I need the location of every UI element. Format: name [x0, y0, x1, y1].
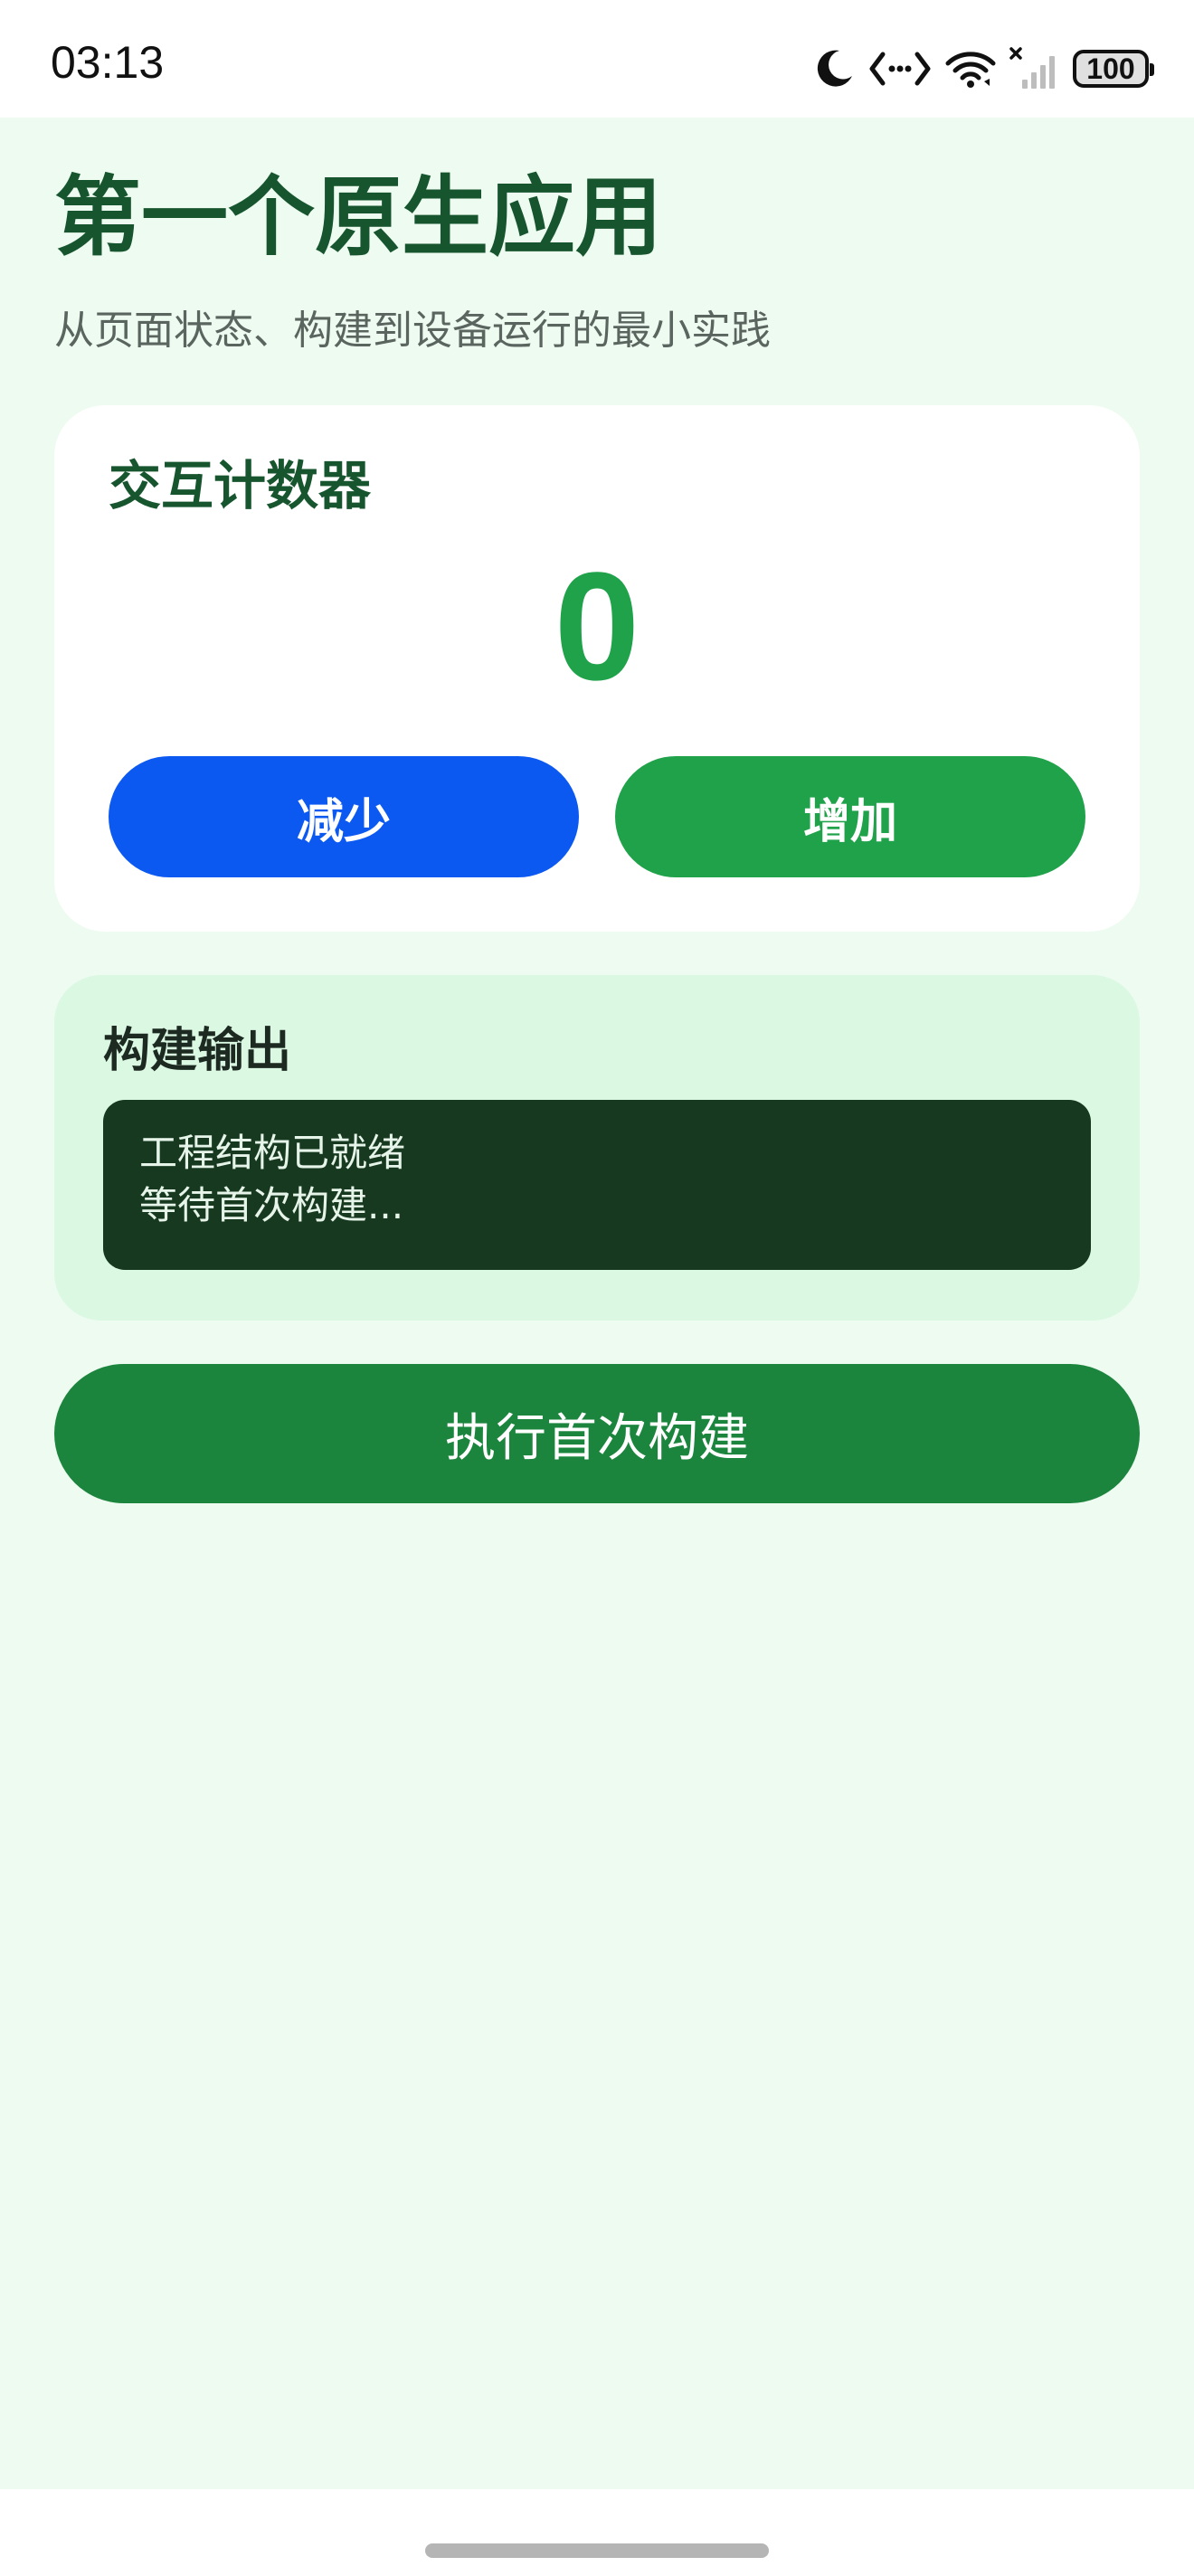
page-title: 第一个原生应用	[54, 166, 662, 268]
console-line: 工程结构已就绪	[139, 1131, 406, 1175]
decrease-button[interactable]: 减少	[109, 756, 579, 877]
home-indicator[interactable]	[425, 2543, 769, 2558]
navigation-bar	[0, 2489, 1194, 2576]
battery-level: 100	[1086, 52, 1135, 85]
moon-icon	[812, 47, 856, 90]
status-time: 03:13	[51, 37, 165, 88]
build-output-title: 构建输出	[103, 1024, 292, 1078]
code-brackets-icon	[868, 49, 932, 89]
console-line: 等待首次构建...	[139, 1183, 404, 1227]
counter-value: 0	[554, 541, 640, 713]
signal-no-sim-icon	[1009, 47, 1060, 90]
counter-card: 交互计数器 0 减少 增加	[54, 405, 1140, 932]
run-first-build-button[interactable]: 执行首次构建	[54, 1364, 1140, 1503]
build-output-card: 构建输出 工程结构已就绪 等待首次构建...	[54, 975, 1140, 1321]
status-icons: 100	[812, 42, 1154, 96]
status-bar: 03:13 100	[0, 0, 1194, 118]
page-subtitle: 从页面状态、构建到设备运行的最小实践	[54, 308, 771, 354]
battery-icon: 100	[1073, 50, 1154, 88]
counter-title: 交互计数器	[109, 455, 372, 516]
wifi-icon	[944, 49, 997, 89]
increase-button[interactable]: 增加	[615, 756, 1085, 877]
build-output-console: 工程结构已就绪 等待首次构建...	[103, 1100, 1091, 1270]
